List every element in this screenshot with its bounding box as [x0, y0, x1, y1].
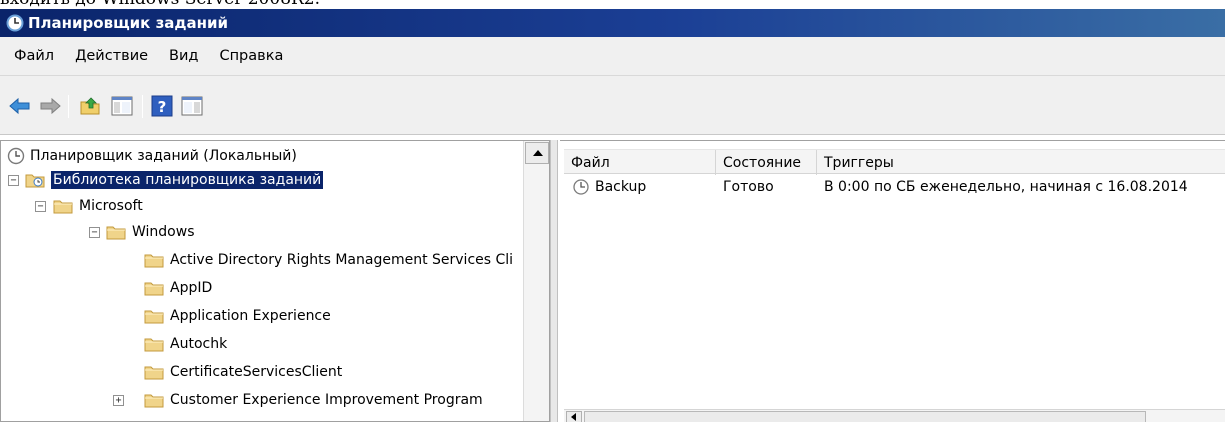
folder-icon	[106, 226, 126, 240]
folder-icon	[144, 338, 164, 352]
tree-vertical-scrollbar[interactable]	[523, 141, 549, 421]
tree-item-label: CertificateServicesClient	[170, 364, 343, 380]
show-hide-action-pane-icon	[181, 96, 203, 116]
help-icon: ?	[151, 95, 173, 117]
menu-file[interactable]: Файл	[12, 46, 56, 66]
folder-icon	[144, 282, 164, 296]
tree-item-label: Customer Experience Improvement Program	[170, 392, 483, 408]
svg-text:?: ?	[158, 98, 167, 116]
collapse-toggle[interactable]: −	[8, 175, 19, 186]
list-header: Файл Состояние Триггеры	[564, 149, 1225, 175]
back-button[interactable]	[8, 94, 32, 118]
pane-splitter[interactable]	[550, 140, 558, 422]
tree-item-label: Autochk	[170, 336, 228, 352]
tree-item-certificate-services-client[interactable]: CertificateServicesClient	[144, 361, 342, 383]
help-button[interactable]: ?	[150, 94, 174, 118]
show-hide-console-tree-icon	[111, 96, 133, 116]
clock-icon	[7, 147, 25, 165]
tree-item-ad-rms[interactable]: Active Directory Rights Management Servi…	[144, 249, 513, 271]
tree-item-task-scheduler-local[interactable]: Планировщик заданий (Локальный)	[7, 145, 297, 167]
tree-item-label: Windows	[132, 224, 195, 240]
console-tree-pane: Планировщик заданий (Локальный) − Библио…	[0, 140, 550, 422]
tree-item-scheduler-library[interactable]: Библиотека планировщика заданий	[25, 169, 324, 191]
table-row[interactable]: Backup Готово В 0:00 по СБ еженедельно, …	[564, 175, 1225, 199]
up-folder-icon	[80, 97, 100, 115]
folder-icon	[144, 254, 164, 268]
tree-item-label: Планировщик заданий (Локальный)	[30, 148, 297, 164]
tree-item-label: Application Experience	[170, 308, 331, 324]
list-horizontal-scrollbar[interactable]	[564, 409, 1225, 422]
column-header-status[interactable]: Состояние	[716, 150, 817, 175]
task-list-pane: Файл Состояние Триггеры Backup Готово В …	[560, 140, 1225, 422]
tree-item-windows[interactable]: Windows	[106, 221, 195, 243]
folder-icon	[144, 366, 164, 380]
collapse-toggle[interactable]: −	[35, 201, 46, 212]
scroll-up-arrow-icon[interactable]	[525, 142, 549, 164]
scroll-left-arrow-icon[interactable]	[566, 411, 582, 422]
task-scheduler-clock-icon	[6, 14, 24, 32]
tree-item-label: Библиотека планировщика заданий	[51, 171, 324, 189]
menu-help[interactable]: Справка	[217, 46, 285, 66]
column-header-triggers[interactable]: Триггеры	[817, 150, 1225, 175]
window-title-bar: Планировщик заданий	[0, 9, 1225, 37]
window-title: Планировщик заданий	[28, 14, 229, 32]
menu-bar: Файл Действие Вид Справка	[0, 37, 1225, 76]
tree-item-appid[interactable]: AppID	[144, 277, 212, 299]
tree-item-autochk[interactable]: Autochk	[144, 333, 227, 355]
tree-item-label: AppID	[170, 280, 213, 296]
scroll-thumb[interactable]	[584, 411, 1146, 422]
expand-toggle[interactable]: +	[113, 395, 124, 406]
collapse-toggle[interactable]: −	[89, 227, 100, 238]
show-hide-action-pane-button[interactable]	[180, 94, 204, 118]
tree-item-microsoft[interactable]: Microsoft	[53, 195, 143, 217]
show-hide-console-tree-button[interactable]	[110, 94, 134, 118]
tree-item-application-experience[interactable]: Application Experience	[144, 305, 331, 327]
task-name-cell: Backup	[572, 175, 716, 199]
up-level-button[interactable]	[78, 94, 102, 118]
folder-icon	[144, 310, 164, 324]
toolbar-separator	[68, 95, 69, 118]
menu-action[interactable]: Действие	[73, 46, 150, 66]
task-clock-icon	[573, 179, 589, 195]
toolbar-separator	[142, 95, 143, 118]
back-arrow-icon	[9, 97, 30, 115]
folder-clock-icon	[25, 174, 45, 188]
task-status: Готово	[723, 179, 774, 195]
folder-icon	[144, 394, 164, 408]
folder-icon	[53, 200, 73, 214]
forward-button[interactable]	[38, 94, 62, 118]
menu-view[interactable]: Вид	[167, 46, 200, 66]
task-trigger: В 0:00 по СБ еженедельно, начиная с 16.0…	[824, 179, 1188, 195]
toolbar: ?	[0, 76, 1225, 135]
tree-item-label: Microsoft	[79, 198, 143, 214]
tree-item-customer-experience[interactable]: Customer Experience Improvement Program	[144, 389, 483, 411]
tree-item-label: Active Directory Rights Management Servi…	[170, 252, 514, 268]
document-caption: входить до Windows Server 2008R2.	[0, 0, 320, 9]
task-name: Backup	[595, 179, 647, 195]
forward-arrow-icon	[40, 97, 61, 115]
column-header-file[interactable]: Файл	[564, 150, 716, 175]
